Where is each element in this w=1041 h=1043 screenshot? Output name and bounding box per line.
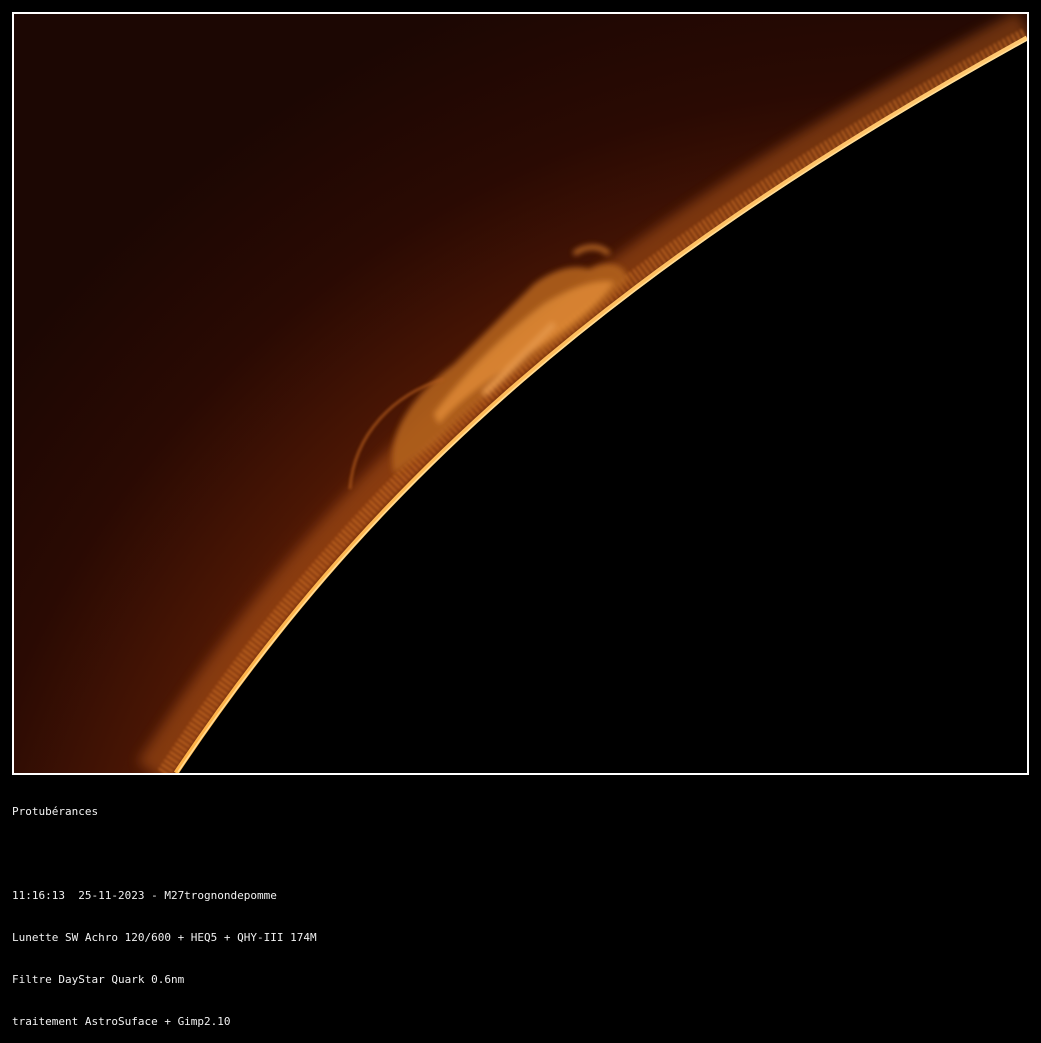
caption-timestamp-author: 11:16:13 25-11-2023 - M27trognondepomme: [12, 889, 277, 902]
caption-title: Protubérances: [12, 805, 99, 818]
image-caption: Protubérances 11:16:13 25-11-2023 - M27t…: [12, 777, 1029, 1043]
caption-processing: traitement AstroSuface + Gimp2.10: [12, 1015, 231, 1028]
caption-filter: Filtre DayStar Quark 0.6nm: [12, 973, 185, 986]
solar-image-frame: [12, 12, 1029, 775]
solar-prominence-image: [14, 14, 1027, 773]
caption-equipment: Lunette SW Achro 120/600 + HEQ5 + QHY-II…: [12, 931, 317, 944]
